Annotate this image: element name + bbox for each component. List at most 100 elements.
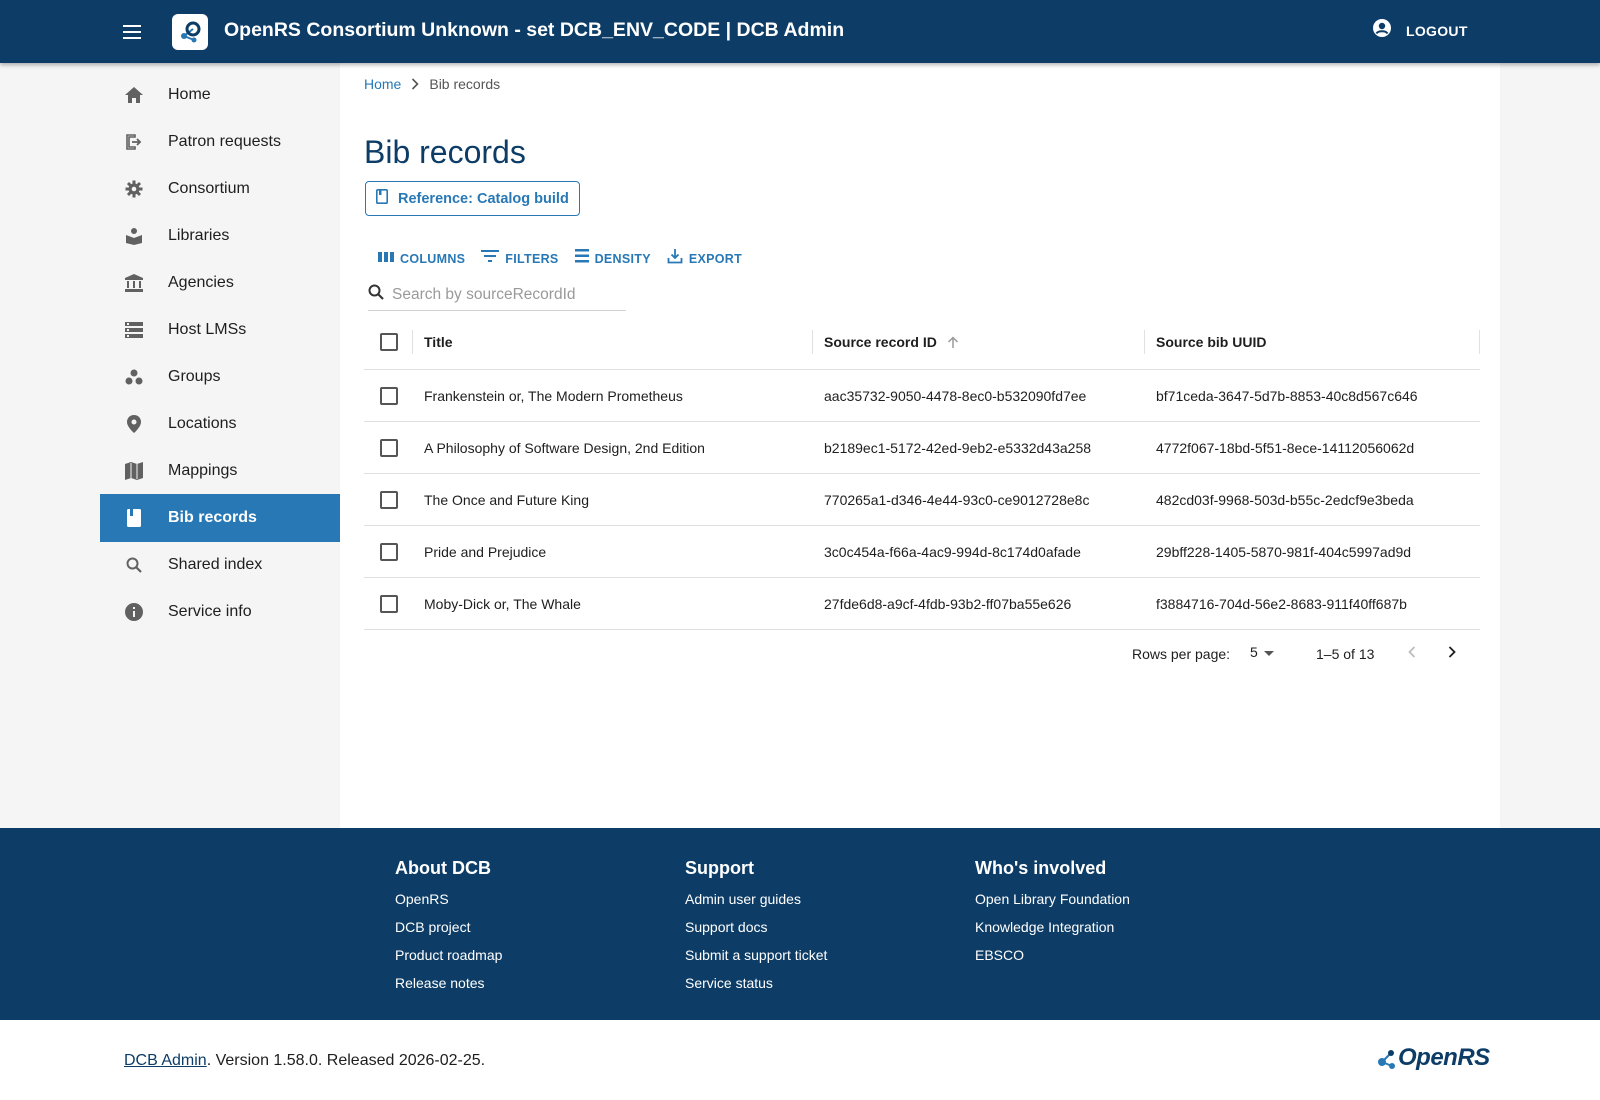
book-icon (124, 508, 144, 528)
footer-link[interactable]: OpenRS (395, 891, 502, 919)
sidebar-item-groups[interactable]: Groups (100, 353, 340, 401)
sidebar-item-consortium[interactable]: Consortium (100, 165, 340, 213)
columns-button[interactable]: COLUMNS (378, 250, 465, 268)
rows-per-page-label: Rows per page: (1132, 646, 1231, 662)
row-checkbox[interactable] (380, 439, 398, 457)
row-checkbox[interactable] (380, 387, 398, 405)
export-button[interactable]: EXPORT (667, 248, 742, 269)
exit-to-app-icon (124, 132, 144, 152)
cell-title: Pride and Prejudice (424, 544, 547, 560)
footer-link[interactable]: Service status (685, 975, 827, 1003)
openrs-logo-icon[interactable] (172, 14, 208, 50)
column-header-source-bib-uuid[interactable]: Source bib UUID (1156, 314, 1266, 370)
sidebar: Home Patron requests Consortium Librarie… (100, 63, 340, 828)
cell-source-record-id: 770265a1-d346-4e44-93c0-ce9012728e8c (824, 492, 1090, 508)
footer-link[interactable]: Knowledge Integration (975, 919, 1130, 947)
menu-icon[interactable] (118, 18, 146, 46)
table-row[interactable]: Frankenstein or, The Modern Prometheus a… (364, 370, 1480, 422)
cell-source-bib-uuid: 4772f067-18bd-5f51-8ece-14112056062d (1156, 440, 1415, 456)
next-page-button[interactable] (1440, 642, 1464, 666)
app-title: OpenRS Consortium Unknown - set DCB_ENV_… (224, 19, 845, 41)
table-row[interactable]: A Philosophy of Software Design, 2nd Edi… (364, 422, 1480, 474)
breadcrumb: Home Bib records (364, 76, 500, 92)
bank-icon (124, 273, 144, 293)
search-icon (124, 555, 144, 575)
select-all-checkbox[interactable] (380, 333, 398, 351)
footer-link[interactable]: DCB project (395, 919, 502, 947)
sidebar-item-label: Home (168, 86, 211, 103)
version-text: . Version 1.58.0. Released 2026-02-25. (206, 1052, 486, 1069)
account-circle-icon (1372, 18, 1392, 43)
column-separator (412, 330, 413, 354)
reference-catalog-build-button[interactable]: Reference: Catalog build (365, 181, 580, 216)
table-row[interactable]: The Once and Future King 770265a1-d346-4… (364, 474, 1480, 526)
sidebar-item-patron-requests[interactable]: Patron requests (100, 118, 340, 166)
logout-button[interactable]: LOGOUT (1372, 18, 1468, 43)
sidebar-item-label: Locations (168, 415, 237, 432)
dcb-admin-link[interactable]: DCB Admin (124, 1052, 207, 1069)
cell-source-bib-uuid: 482cd03f-9968-503d-b55c-2edcf9e3beda (1156, 492, 1414, 508)
sidebar-item-bib-records[interactable]: Bib records (100, 494, 340, 542)
filters-label: FILTERS (505, 251, 559, 266)
table-row[interactable]: Moby-Dick or, The Whale 27fde6d8-a9cf-4f… (364, 578, 1480, 630)
cell-source-record-id: 3c0c454a-f66a-4ac9-994d-8c174d0afade (824, 544, 1081, 560)
footer-link[interactable]: Product roadmap (395, 947, 502, 975)
cell-source-record-id: 27fde6d8-a9cf-4fdb-93b2-ff07ba55e626 (824, 596, 1072, 612)
row-checkbox[interactable] (380, 595, 398, 613)
footer-link[interactable]: Release notes (395, 975, 502, 1003)
rows-per-page-select[interactable]: 5 (1250, 644, 1274, 660)
footer-link[interactable]: Open Library Foundation (975, 891, 1130, 919)
column-header-title[interactable]: Title (424, 314, 453, 370)
view-column-icon (378, 250, 394, 268)
pagination: Rows per page: 5 1–5 of 13 (364, 629, 1480, 681)
arrow-drop-down-icon (1263, 644, 1274, 660)
sidebar-item-locations[interactable]: Locations (100, 400, 340, 448)
sidebar-item-libraries[interactable]: Libraries (100, 212, 340, 260)
info-icon (124, 602, 144, 622)
chevron-right-icon (1448, 645, 1456, 663)
density-label: DENSITY (594, 251, 651, 266)
arrow-upward-icon[interactable] (947, 335, 959, 349)
openrs-logo-icon (1376, 1040, 1398, 1075)
filter-list-icon (481, 249, 500, 268)
breadcrumb-home-link[interactable]: Home (364, 76, 401, 92)
footer-column-whos-involved: Who's involved Open Library Foundation K… (975, 858, 1130, 975)
previous-page-button[interactable] (1400, 642, 1424, 666)
row-checkbox[interactable] (380, 491, 398, 509)
footer-link[interactable]: Admin user guides (685, 891, 827, 919)
row-checkbox[interactable] (380, 543, 398, 561)
cell-title: A Philosophy of Software Design, 2nd Edi… (424, 440, 705, 456)
logout-label: LOGOUT (1406, 22, 1468, 39)
table-header: Title Source record ID Source bib UUID (364, 314, 1480, 370)
openrs-brand[interactable]: OpenRS (1376, 1040, 1490, 1075)
map-icon (124, 461, 144, 481)
sidebar-item-agencies[interactable]: Agencies (100, 259, 340, 307)
sidebar-item-label: Libraries (168, 227, 230, 244)
density-button[interactable]: DENSITY (574, 249, 651, 268)
sidebar-item-shared-index[interactable]: Shared index (100, 541, 340, 589)
sidebar-item-label: Service info (168, 603, 252, 620)
sidebar-item-mappings[interactable]: Mappings (100, 447, 340, 495)
version-bar: DCB Admin. Version 1.58.0. Released 2026… (0, 1020, 1600, 1100)
column-separator (1479, 330, 1480, 354)
table-row[interactable]: Pride and Prejudice 3c0c454a-f66a-4ac9-9… (364, 526, 1480, 578)
sidebar-item-home[interactable]: Home (100, 71, 340, 119)
search-field (368, 279, 626, 311)
search-icon (368, 284, 384, 305)
sidebar-item-service-info[interactable]: Service info (100, 588, 340, 636)
footer-column-support: Support Admin user guides Support docs S… (685, 858, 827, 1003)
column-header-label: Source record ID (824, 334, 937, 350)
footer-link[interactable]: Submit a support ticket (685, 947, 827, 975)
footer-link[interactable]: EBSCO (975, 947, 1130, 975)
search-input[interactable] (392, 285, 612, 304)
column-header-source-record-id[interactable]: Source record ID (824, 314, 959, 370)
filters-button[interactable]: FILTERS (481, 249, 558, 268)
sidebar-item-label: Agencies (168, 274, 234, 291)
cell-source-record-id: b2189ec1-5172-42ed-9eb2-e5332d43a258 (824, 440, 1092, 456)
sidebar-item-label: Patron requests (168, 133, 281, 150)
sidebar-item-host-lmss[interactable]: Host LMSs (100, 306, 340, 354)
rows-per-page-value: 5 (1250, 644, 1258, 660)
footer-link[interactable]: Support docs (685, 919, 827, 947)
columns-label: COLUMNS (400, 251, 466, 266)
column-separator (812, 330, 813, 354)
